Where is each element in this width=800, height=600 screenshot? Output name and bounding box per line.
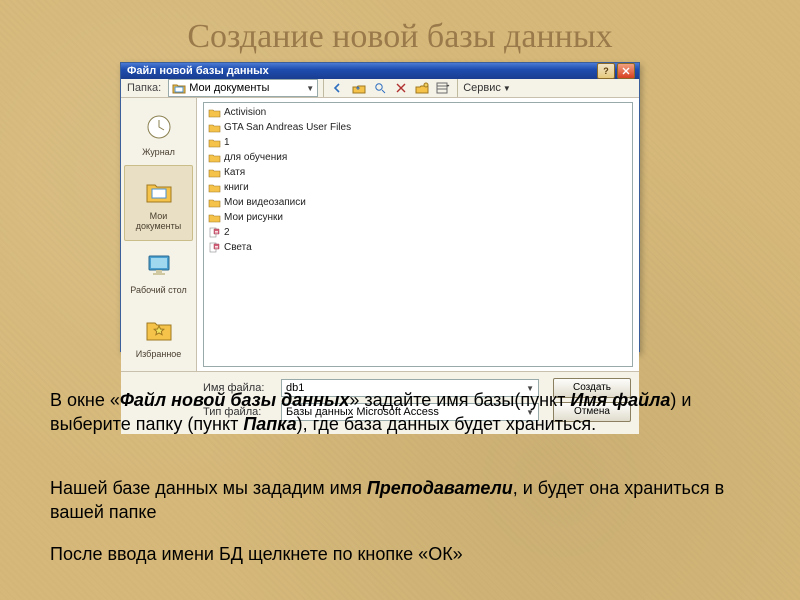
list-item-label: 1 — [224, 137, 230, 148]
database-file-icon — [208, 227, 221, 238]
folder-label: Папка: — [127, 82, 161, 94]
list-item[interactable]: 2 — [206, 225, 630, 240]
file-listing[interactable]: Activision GTA San Andreas User Files 1 для… — [203, 102, 633, 367]
list-item[interactable]: Activision — [206, 105, 630, 120]
places-bar: Журнал Мои документы Рабочий стол Избран… — [121, 98, 197, 371]
chevron-down-icon: ▼ — [503, 84, 511, 93]
new-db-file-dialog: Файл новой базы данных ? Папка: Мои доку… — [120, 62, 640, 352]
folder-icon — [208, 212, 221, 223]
desktop-icon — [142, 248, 176, 282]
delete-button[interactable] — [392, 79, 410, 97]
dialog-title: Файл новой базы данных — [127, 65, 269, 77]
list-item-label: GTA San Andreas User Files — [224, 122, 351, 133]
list-item-label: 2 — [224, 227, 230, 238]
close-button[interactable] — [617, 63, 635, 79]
slide-title: Создание новой базы данных — [0, 18, 800, 56]
folder-icon — [208, 197, 221, 208]
search-web-icon[interactable] — [371, 79, 389, 97]
up-one-level-button[interactable] — [350, 79, 368, 97]
views-button[interactable] — [434, 79, 452, 97]
place-label: Рабочий стол — [130, 286, 187, 296]
folder-icon — [208, 122, 221, 133]
clock-icon — [142, 110, 176, 144]
place-label: Мои документы — [127, 212, 190, 232]
list-item[interactable]: для обучения — [206, 150, 630, 165]
place-favorites[interactable]: Избранное — [121, 304, 196, 368]
my-documents-icon — [172, 82, 186, 94]
list-item-label: книги — [224, 182, 249, 193]
my-documents-folder-icon — [142, 174, 176, 208]
new-folder-button[interactable] — [413, 79, 431, 97]
folder-icon — [208, 167, 221, 178]
place-label: Избранное — [136, 350, 182, 360]
folder-icon — [208, 152, 221, 163]
back-button[interactable] — [329, 79, 347, 97]
place-desktop[interactable]: Рабочий стол — [121, 240, 196, 304]
service-menu[interactable]: Сервис ▼ — [463, 82, 511, 94]
list-item-label: Света — [224, 242, 252, 253]
folder-icon — [208, 182, 221, 193]
instruction-paragraph-2: Нашей базе данных мы зададим имя Препода… — [50, 476, 750, 525]
instruction-paragraph-1: В окне «Файл новой базы данных» задайте … — [50, 388, 750, 437]
instruction-paragraph-3: После ввода имени БД щелкнете по кнопке … — [50, 542, 750, 566]
list-item-label: Катя — [224, 167, 245, 178]
list-item[interactable]: Катя — [206, 165, 630, 180]
list-item[interactable]: Мои рисунки — [206, 210, 630, 225]
list-item[interactable]: Мои видеозаписи — [206, 195, 630, 210]
list-item-label: Мои видеозаписи — [224, 197, 306, 208]
place-my-documents[interactable]: Мои документы — [124, 165, 193, 241]
chevron-down-icon: ▼ — [306, 84, 314, 93]
service-label: Сервис — [463, 82, 501, 94]
help-button[interactable]: ? — [597, 63, 615, 79]
dialog-body: Журнал Мои документы Рабочий стол Избран… — [121, 98, 639, 371]
favorites-folder-icon — [142, 312, 176, 346]
list-item[interactable]: Света — [206, 240, 630, 255]
dialog-titlebar[interactable]: Файл новой базы данных ? — [121, 63, 639, 79]
folder-icon — [208, 107, 221, 118]
place-label: Журнал — [142, 148, 175, 158]
list-item-label: для обучения — [224, 152, 287, 163]
list-item[interactable]: GTA San Andreas User Files — [206, 120, 630, 135]
folder-selected-text: Мои документы — [189, 82, 269, 94]
dialog-toolbar: Папка: Мои документы ▼ Сервис ▼ — [121, 79, 639, 98]
folder-icon — [208, 137, 221, 148]
list-item-label: Мои рисунки — [224, 212, 283, 223]
folder-dropdown[interactable]: Мои документы ▼ — [168, 79, 318, 97]
list-item-label: Activision — [224, 107, 266, 118]
place-history[interactable]: Журнал — [121, 102, 196, 166]
list-item[interactable]: 1 — [206, 135, 630, 150]
list-item[interactable]: книги — [206, 180, 630, 195]
database-file-icon — [208, 242, 221, 253]
